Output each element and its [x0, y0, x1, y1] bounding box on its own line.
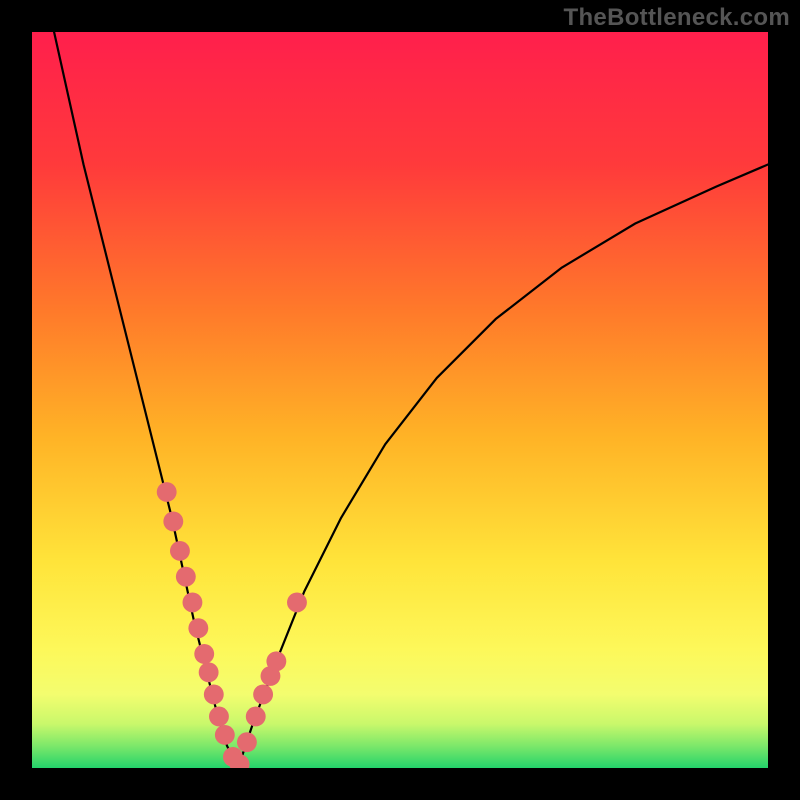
data-point — [246, 707, 266, 727]
watermark-text: TheBottleneck.com — [564, 4, 790, 32]
data-point — [215, 725, 235, 745]
scatter-dots — [157, 482, 307, 768]
chart-frame: TheBottleneck.com — [0, 0, 800, 800]
right-curve — [238, 164, 768, 768]
data-point — [237, 732, 257, 752]
data-point — [188, 618, 208, 638]
data-point — [157, 482, 177, 502]
data-point — [163, 512, 183, 532]
data-point — [287, 592, 307, 612]
data-point — [199, 662, 219, 682]
data-point — [209, 707, 229, 727]
curve-layer — [32, 32, 768, 768]
data-point — [170, 541, 190, 561]
data-point — [183, 592, 203, 612]
data-point — [176, 567, 196, 587]
data-point — [266, 651, 286, 671]
data-point — [194, 644, 214, 664]
data-point — [204, 684, 224, 704]
data-point — [253, 684, 273, 704]
plot-area — [32, 32, 768, 768]
